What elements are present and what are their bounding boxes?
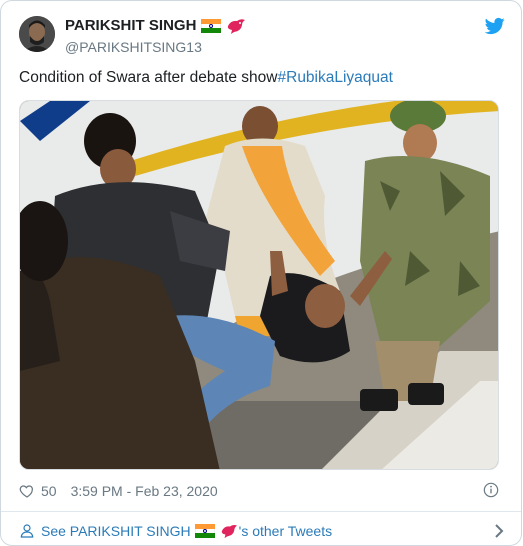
red-bird-icon bbox=[219, 523, 239, 539]
tweet-photo[interactable] bbox=[19, 100, 499, 470]
photo-illustration bbox=[20, 101, 498, 469]
divider bbox=[1, 511, 521, 512]
info-icon[interactable] bbox=[483, 482, 499, 498]
india-flag-icon bbox=[201, 19, 222, 33]
hashtag-link[interactable]: #RubikaLiyaquat bbox=[278, 69, 393, 86]
tweet-body: Condition of Swara after debate show bbox=[19, 69, 278, 86]
see-other-tweets-link[interactable]: See PARIKSHIT SINGH 's other Tweets bbox=[19, 519, 505, 543]
avatar[interactable] bbox=[19, 16, 55, 52]
chevron-right-icon[interactable] bbox=[493, 523, 505, 539]
embedded-tweet-card: PARIKSHIT SINGH @PARIKSHITSING13 Conditi… bbox=[0, 0, 522, 546]
footer-prefix[interactable]: See PARIKSHIT SINGH bbox=[41, 523, 191, 539]
red-bird-icon bbox=[225, 17, 247, 35]
author-handle[interactable]: @PARIKSHITSING13 bbox=[65, 38, 247, 56]
tweet-text: Condition of Swara after debate show#Rub… bbox=[19, 68, 393, 88]
heart-icon[interactable] bbox=[19, 483, 35, 499]
author-display-name[interactable]: PARIKSHIT SINGH bbox=[65, 16, 196, 36]
footer-suffix[interactable]: 's other Tweets bbox=[239, 523, 332, 539]
twitter-bird-icon[interactable] bbox=[485, 16, 505, 36]
person-icon bbox=[20, 524, 34, 538]
tweet-header: PARIKSHIT SINGH @PARIKSHITSING13 bbox=[19, 16, 505, 56]
author-names: PARIKSHIT SINGH @PARIKSHITSING13 bbox=[65, 16, 247, 56]
like-count[interactable]: 50 bbox=[41, 483, 57, 499]
tweet-timestamp[interactable]: 3:59 PM - Feb 23, 2020 bbox=[71, 483, 218, 499]
author-display-name-row[interactable]: PARIKSHIT SINGH bbox=[65, 16, 247, 36]
tweet-meta: 50 3:59 PM - Feb 23, 2020 bbox=[19, 480, 499, 502]
india-flag-icon bbox=[194, 524, 215, 538]
